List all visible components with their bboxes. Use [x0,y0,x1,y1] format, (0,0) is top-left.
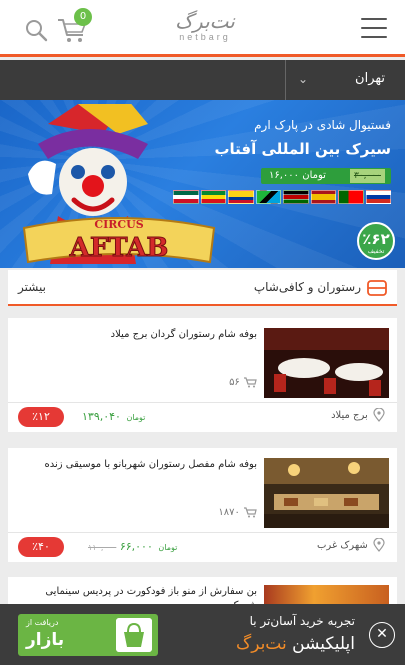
deal-price-value: ۶۶,۰۰۰ [119,540,153,553]
deal-card[interactable]: بوفه شام مفصل رستوران شهربانو با موسیقی … [8,448,397,562]
deal-location-label: برج میلاد [331,410,368,421]
app-install-bar: ✕ تجربه خرید آسان‌تر با اپلیکیشن نت‌برگ … [0,604,405,665]
deal-title: بوفه شام رستوران گردان برج میلاد [110,329,257,340]
circus-big-text: AFTAB [69,233,169,263]
location-pin-icon [373,407,385,422]
promo-banner[interactable]: فستیوال شادی در پارک ارم سیرک بین المللی… [0,100,405,268]
flag [338,190,364,204]
app-promo-brand: نت‌برگ [235,634,287,654]
city-bar: تهران ⌄ [0,60,405,100]
banner-title: سیرک بین المللی آفتاب [214,140,391,158]
shopping-bag-icon [116,618,152,652]
banner-discount-badge: ٪۶۲ تخفیف [357,222,395,260]
deal-price: تومان ۱۳۹,۰۴۰ [82,410,145,423]
deal-location-label: شهرک غرب [317,540,368,551]
deal-discount-badge: ٪۴۰ [18,537,64,557]
city-label: تهران [355,71,385,86]
section-title: رستوران و کافی‌شاپ [253,280,361,294]
divider [8,402,397,403]
logo-mark: نت‌برگ [175,9,235,33]
search-icon[interactable] [24,18,48,42]
deal-image [264,328,389,398]
banner-subtitle: فستیوال شادی در پارک ارم [254,118,391,132]
cart-badge: 0 [74,8,92,26]
deal-count-value: ۵۶ [229,377,240,388]
location-pin-icon [373,537,385,552]
flag [365,190,391,204]
divider [8,532,397,533]
close-button[interactable]: ✕ [369,622,395,648]
deal-price-unit: تومان [158,543,178,552]
banner-price: ۳۰,۰۰۰ ۱۶,۰۰۰ تومان [261,168,391,184]
deal-discount-badge: ٪۱۲ [18,407,64,427]
deal-card[interactable]: بن سفارش از منو باز فودکورت در پردیس سین… [8,577,397,611]
deal-card[interactable]: بوفه شام رستوران گردان برج میلاد ۵۶ برج … [8,318,397,432]
flag [255,190,281,204]
deal-sold-count: ۵۶ [229,376,257,388]
deal-image [264,458,389,528]
banner-old-price: ۳۰,۰۰۰ [349,169,385,183]
page: نت‌برگ netbarg 0 تهران ⌄ [0,0,405,665]
app-promo-prefix: اپلیکیشن [292,634,355,654]
circus-small-text: CIRCUS [94,218,143,231]
app-promo-line1: تجربه خرید آسان‌تر با [249,614,355,628]
flag [173,190,199,204]
app-promo-line2: اپلیکیشن نت‌برگ [236,634,355,654]
city-select[interactable]: تهران ⌄ [285,60,405,100]
deal-price-value: ۱۳۹,۰۴۰ [82,410,121,423]
cart-icon [244,507,257,518]
deal-count-value: ۱۸۷۰ [218,507,240,518]
banner-new-price: ۱۶,۰۰۰ تومان [269,170,326,181]
bazaar-download-button[interactable]: دریافت از بازار [18,614,158,656]
restaurant-icon [367,280,387,296]
more-link[interactable]: بیشتر [18,280,46,294]
flag [200,190,226,204]
flag [310,190,336,204]
deal-location: برج میلاد [331,407,385,422]
deal-price: ۱۱۰,۰۰۰ ۶۶,۰۰۰ تومان [82,540,177,553]
deal-price-unit: تومان [126,413,146,422]
deal-location: شهرک غرب [317,537,385,552]
bazaar-name: بازار [26,630,65,650]
banner-discount: ٪۶۲ [362,230,390,248]
flag [283,190,309,204]
chevron-down-icon: ⌄ [298,72,309,86]
deal-title: بوفه شام مفصل رستوران شهربانو با موسیقی … [44,459,258,470]
bazaar-get-label: دریافت از [26,618,59,627]
flag [228,190,254,204]
deal-sold-count: ۱۸۷۰ [218,506,257,518]
circus-logo: CIRCUS AFTAB [22,217,216,264]
flags-row [173,190,391,206]
cart-icon [244,377,257,388]
hamburger-icon[interactable] [361,18,387,40]
logo-sub: netbarg [179,32,231,42]
logo[interactable]: نت‌برگ netbarg [170,10,240,48]
section-header: رستوران و کافی‌شاپ بیشتر [8,270,397,306]
banner-discount-caption: تخفیف [367,248,385,255]
header: نت‌برگ netbarg 0 [0,0,405,57]
deal-old-price: ۱۱۰,۰۰۰ [88,543,117,552]
